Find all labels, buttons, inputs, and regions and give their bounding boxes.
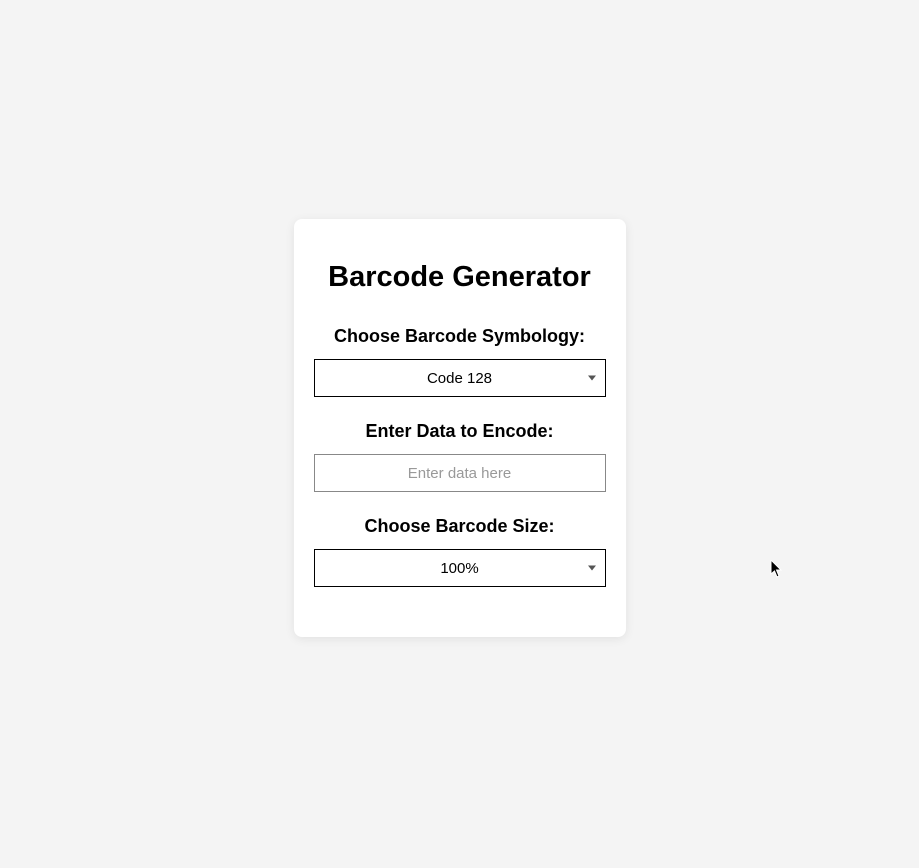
symbology-label: Choose Barcode Symbology: — [314, 326, 606, 347]
data-label: Enter Data to Encode: — [314, 421, 606, 442]
size-select-wrapper: 100% — [314, 549, 606, 587]
symbology-section: Choose Barcode Symbology: Code 128 — [314, 326, 606, 397]
data-input[interactable] — [314, 454, 606, 492]
size-select[interactable]: 100% — [314, 549, 606, 587]
symbology-select[interactable]: Code 128 — [314, 359, 606, 397]
barcode-generator-card: Barcode Generator Choose Barcode Symbolo… — [294, 219, 626, 637]
cursor-icon — [770, 560, 784, 578]
data-section: Enter Data to Encode: — [314, 421, 606, 492]
size-label: Choose Barcode Size: — [314, 516, 606, 537]
symbology-select-wrapper: Code 128 — [314, 359, 606, 397]
size-section: Choose Barcode Size: 100% — [314, 516, 606, 587]
page-title: Barcode Generator — [314, 261, 606, 294]
